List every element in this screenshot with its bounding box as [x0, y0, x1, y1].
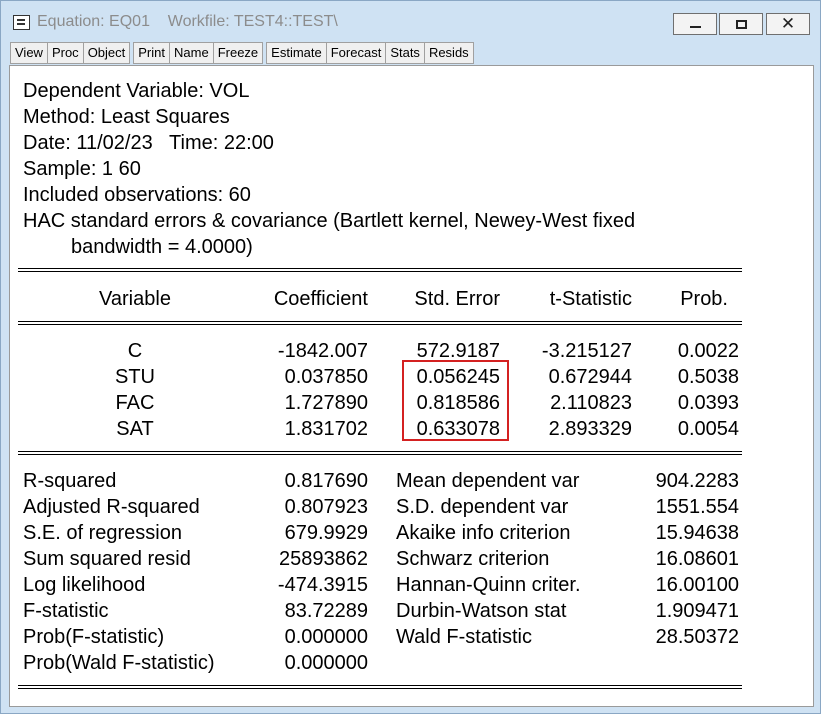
coefficient-value: 0.037850	[284, 366, 368, 388]
toolbar: View Proc Object Print Name Freeze Estim…	[10, 42, 474, 64]
separator-stats	[18, 451, 742, 455]
col-header-prob: Prob.	[680, 288, 728, 310]
stat-label: R-squared	[23, 470, 117, 492]
variable-name: FAC	[115, 392, 155, 414]
resids-button[interactable]: Resids	[423, 42, 474, 64]
window-menu-icon[interactable]	[13, 15, 30, 30]
stat-label: S.E. of regression	[23, 522, 182, 544]
stat-label: Prob(F-statistic)	[23, 626, 165, 648]
stat-value: 0.000000	[284, 626, 368, 648]
stat-label: F-statistic	[23, 600, 109, 622]
coefficient-value: -1842.007	[277, 340, 368, 362]
stat-value: 0.817690	[284, 470, 368, 492]
proc-button[interactable]: Proc	[46, 42, 83, 64]
prob-value: 0.0054	[677, 418, 739, 440]
col-header-coefficient: Coefficient	[273, 288, 368, 310]
std-error-highlight-box	[402, 360, 509, 441]
prob-value: 0.0393	[677, 392, 739, 414]
col-header-std-error: Std. Error	[414, 288, 500, 310]
stat-label: Wald F-statistic	[396, 626, 532, 648]
stat-value: 15.94638	[655, 522, 739, 544]
equation-window: Equation: EQ01 Workfile: TEST4::TEST\ ✕ …	[0, 0, 821, 714]
stat-value: 1551.554	[655, 496, 739, 518]
stat-value: 16.00100	[655, 574, 739, 596]
stat-value: 1.909471	[655, 600, 739, 622]
stat-value: 25893862	[279, 548, 368, 570]
stat-value: -474.3915	[277, 574, 368, 596]
separator-header	[18, 321, 742, 325]
coefficient-value: 1.831702	[284, 418, 368, 440]
stat-value: 0.807923	[284, 496, 368, 518]
stat-label: Sum squared resid	[23, 548, 191, 570]
stat-label: Hannan-Quinn criter.	[396, 574, 581, 596]
variable-name: C	[127, 340, 143, 362]
stats-button[interactable]: Stats	[385, 42, 424, 64]
print-button[interactable]: Print	[133, 42, 169, 64]
prob-value: 0.5038	[677, 366, 739, 388]
maximize-button[interactable]	[719, 13, 763, 35]
freeze-button[interactable]: Freeze	[212, 42, 264, 64]
col-header-variable: Variable	[99, 288, 171, 310]
coefficient-value: 1.727890	[284, 392, 368, 414]
separator-top	[18, 268, 742, 272]
stat-label: Adjusted R-squared	[23, 496, 200, 518]
stat-value: 0.000000	[284, 652, 368, 674]
prob-value: 0.0022	[677, 340, 739, 362]
sample-line: Sample: 1 60	[23, 158, 141, 180]
hac-line: HAC standard errors & covariance (Bartle…	[23, 210, 636, 232]
view-button[interactable]: View	[10, 42, 47, 64]
minimize-icon	[689, 26, 701, 28]
maximize-icon	[735, 19, 747, 29]
object-button[interactable]: Object	[82, 42, 131, 64]
stat-value: 679.9929	[284, 522, 368, 544]
stat-value: 904.2283	[655, 470, 739, 492]
stat-label: S.D. dependent var	[396, 496, 569, 518]
stat-value: 16.08601	[655, 548, 739, 570]
title-bar[interactable]: Equation: EQ01 Workfile: TEST4::TEST\ ✕	[1, 1, 820, 41]
stat-label: Mean dependent var	[396, 470, 580, 492]
bandwidth-line: bandwidth = 4.0000)	[71, 236, 253, 258]
stat-value: 83.72289	[284, 600, 368, 622]
included-obs-line: Included observations: 60	[23, 184, 251, 206]
window-title: Equation: EQ01 Workfile: TEST4::TEST\	[37, 13, 338, 30]
method-line: Method: Least Squares	[23, 106, 230, 128]
stat-label: Prob(Wald F-statistic)	[23, 652, 215, 674]
variable-name: SAT	[116, 418, 154, 440]
close-button[interactable]: ✕	[766, 13, 810, 35]
close-icon: ✕	[780, 13, 796, 34]
stat-label: Akaike info criterion	[396, 522, 571, 544]
stat-label: Log likelihood	[23, 574, 146, 596]
stat-label: Durbin-Watson stat	[396, 600, 567, 622]
variable-name: STU	[115, 366, 155, 388]
stat-label: Schwarz criterion	[396, 548, 550, 570]
name-button[interactable]: Name	[169, 42, 213, 64]
estimate-button[interactable]: Estimate	[266, 42, 326, 64]
dependent-variable-line: Dependent Variable: VOL	[23, 80, 250, 102]
minimize-button[interactable]	[673, 13, 717, 35]
forecast-button[interactable]: Forecast	[325, 42, 386, 64]
separator-bottom	[18, 685, 742, 689]
stat-value: 28.50372	[655, 626, 739, 648]
output-panel[interactable]: Dependent Variable: VOL Method: Least Sq…	[9, 65, 814, 707]
date-line: Date: 11/02/23 Time: 22:00	[23, 132, 274, 154]
